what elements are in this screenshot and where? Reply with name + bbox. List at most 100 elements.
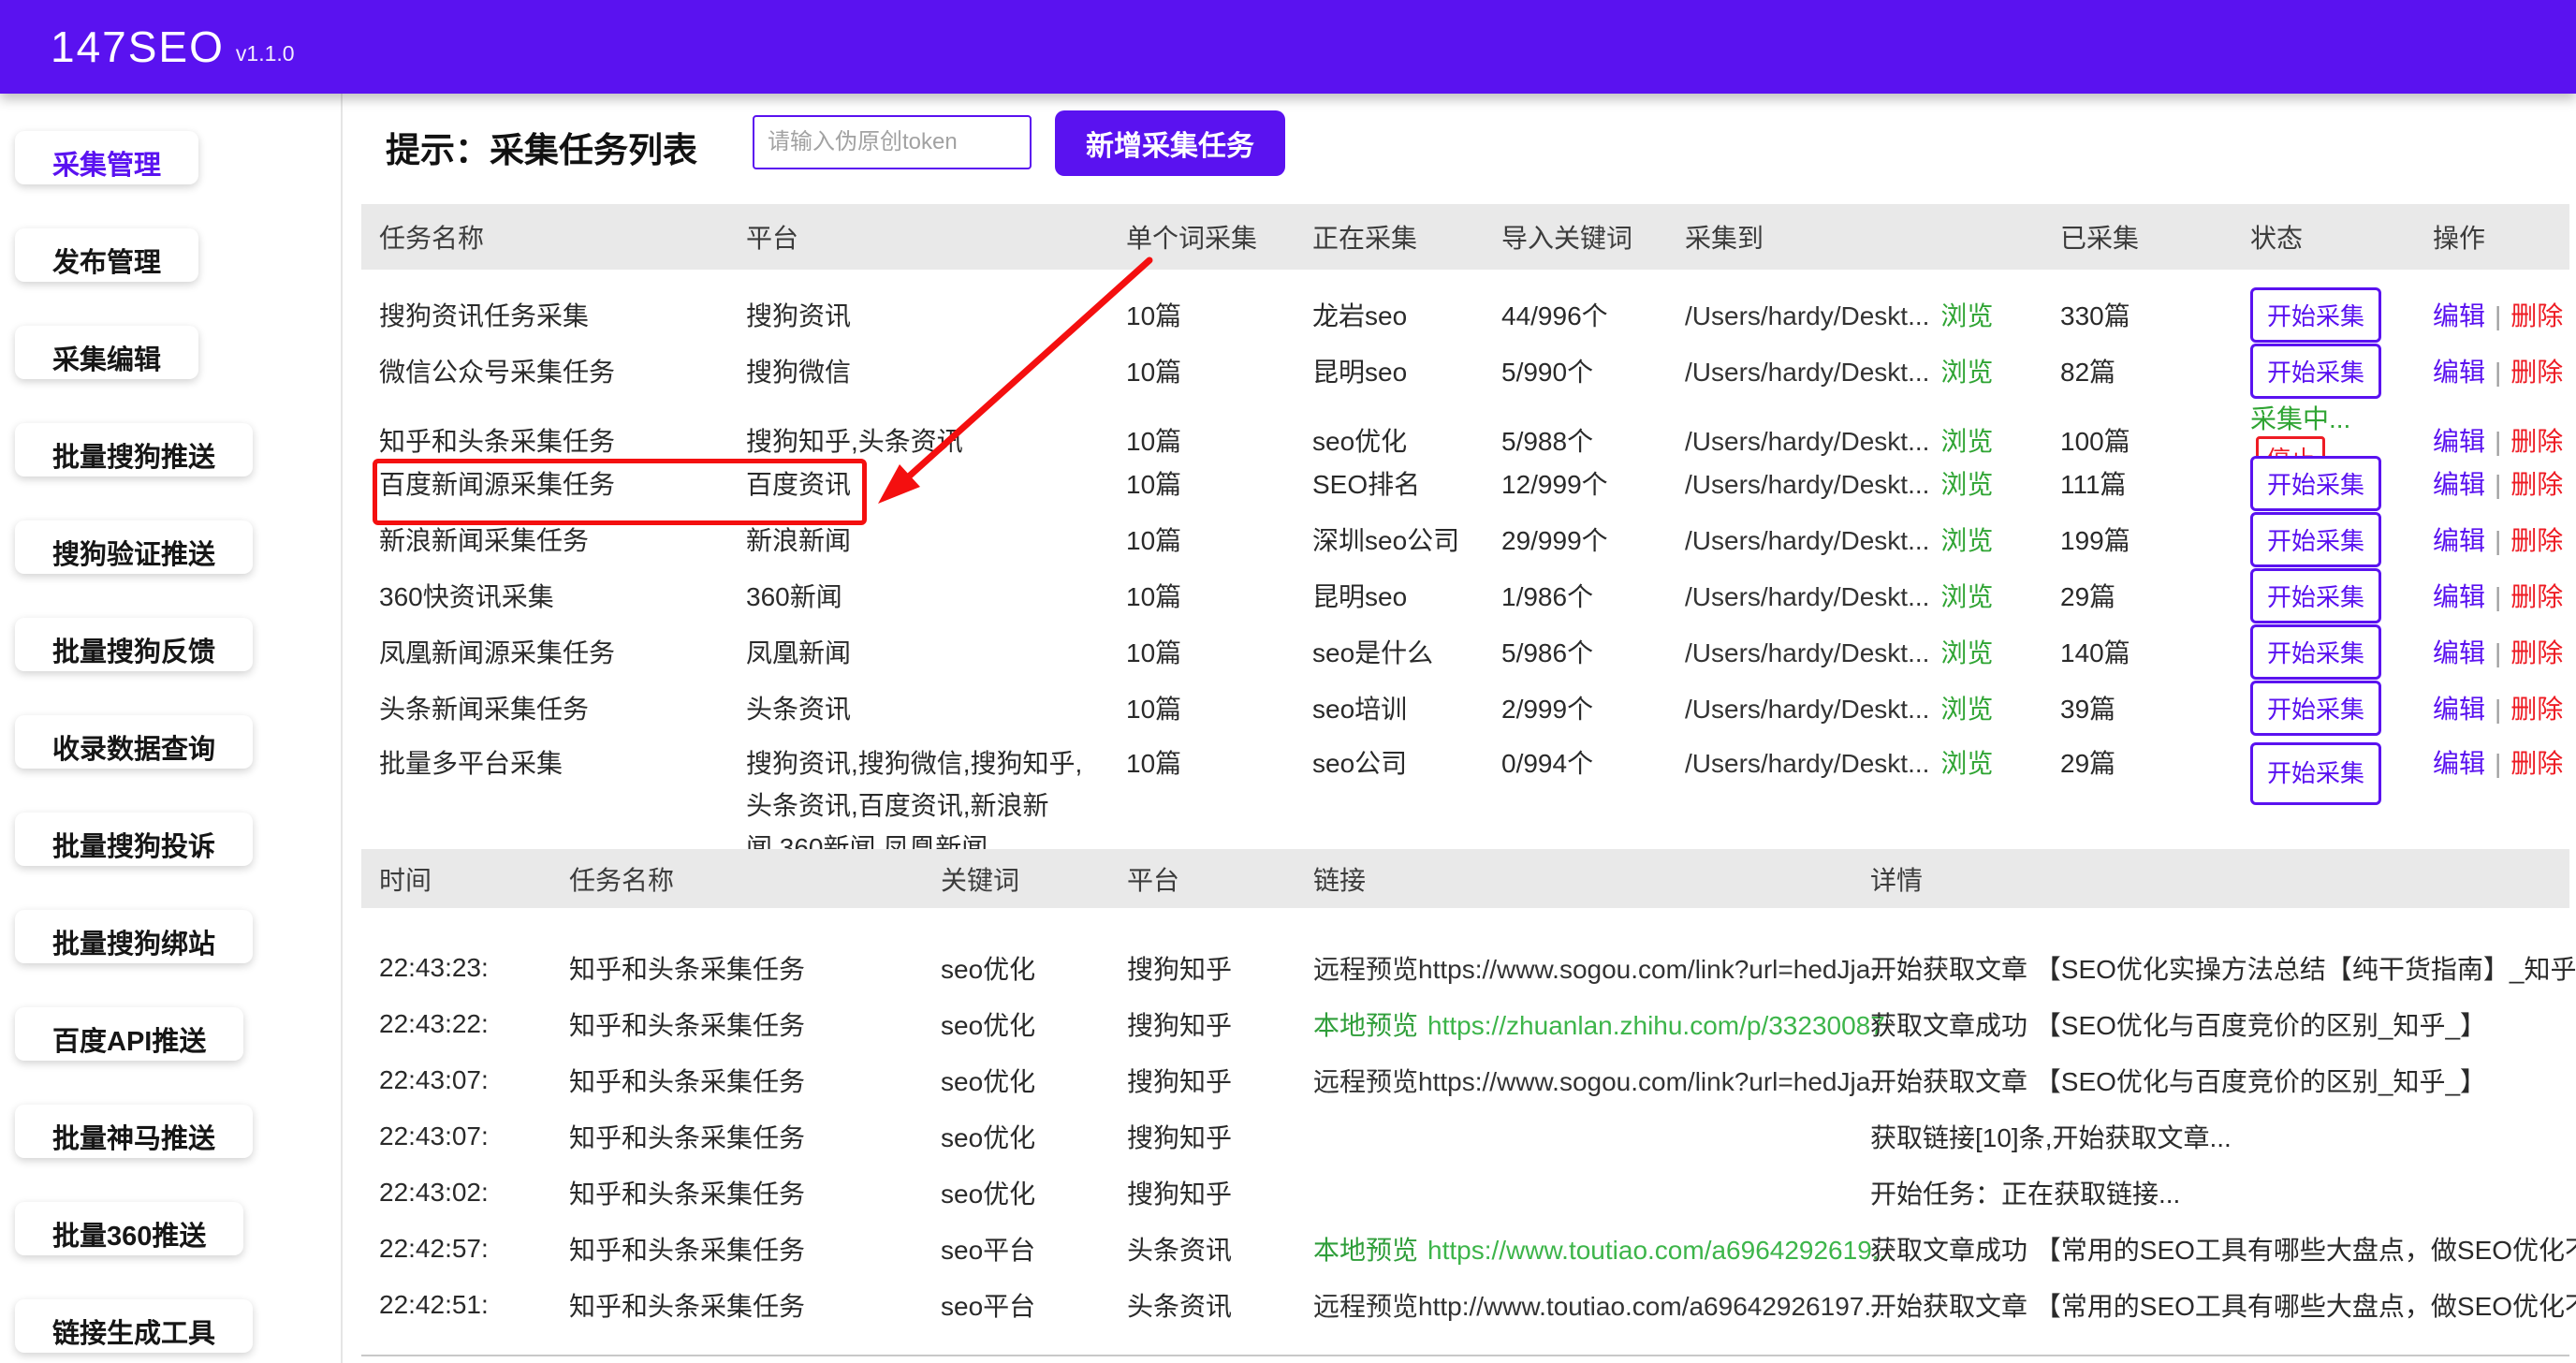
platform-cell: 头条资讯 [728,689,1108,726]
log-link-cell: 本地预览https://www.toutiao.com/a6964292619.… [1295,1230,1852,1268]
imported-keywords-cell: 1/986个 [1484,577,1667,614]
sidebar-item-sogou-verify-push[interactable]: 搜狗验证推送 [15,520,253,574]
actions-cell: 编辑|删除 [2415,352,2568,389]
start-collect-button[interactable]: 开始采集 [2250,681,2381,736]
collected-cell: 39篇 [2042,689,2232,726]
sidebar-item-collect-management[interactable]: 采集管理 [15,131,198,184]
preview-link[interactable]: 远程预览https://www.sogou.com/link?url=hedJj… [1313,1067,1893,1096]
delete-link[interactable]: 删除 [2510,358,2563,387]
task-name-cell: 凤凰新闻源采集任务 [361,633,728,670]
action-separator: | [2495,470,2501,499]
token-input[interactable] [753,115,1032,169]
imported-keywords-cell: 29/999个 [1484,520,1667,558]
save-path-cell: /Users/hardy/Deskt...浏览 [1667,577,2042,614]
add-task-button[interactable]: 新增采集任务 [1055,110,1285,176]
delete-link[interactable]: 删除 [2510,582,2563,611]
delete-link[interactable]: 删除 [2510,526,2563,555]
sidebar-item-collect-editor[interactable]: 采集编辑 [15,326,198,379]
sidebar-item-batch-360-push[interactable]: 批量360推送 [15,1202,243,1255]
edit-link[interactable]: 编辑 [2433,526,2485,555]
column-header: 单个词采集 [1108,218,1295,256]
log-platform-cell: 头条资讯 [1109,1230,1295,1268]
log-platform-cell: 头条资讯 [1109,1286,1295,1324]
browse-link[interactable]: 浏览 [1940,582,1993,611]
edit-link[interactable]: 编辑 [2433,470,2485,499]
table-row: 搜狗资讯任务采集搜狗资讯10篇龙岩seo44/996个/Users/hardy/… [361,286,2569,343]
browse-link[interactable]: 浏览 [1940,526,1993,555]
status-cell: 开始采集 [2232,681,2415,736]
sidebar-item-baidu-api-push[interactable]: 百度API推送 [15,1007,243,1061]
tasks-table-header: 任务名称平台单个词采集正在采集导入关键词采集到已采集状态操作 [361,204,2569,270]
log-platform-cell: 搜狗知乎 [1109,1174,1295,1211]
start-collect-button[interactable]: 开始采集 [2250,287,2381,343]
start-collect-button[interactable]: 开始采集 [2250,344,2381,399]
preview-link[interactable]: 远程预览https://www.sogou.com/link?url=hedJj… [1313,955,1893,984]
start-collect-button[interactable]: 开始采集 [2250,742,2381,805]
start-collect-button[interactable]: 开始采集 [2250,624,2381,680]
table-row: 头条新闻采集任务头条资讯10篇seo培训2/999个/Users/hardy/D… [361,680,2569,736]
column-header: 平台 [1109,860,1295,898]
sidebar-item-batch-sogou-bind-site[interactable]: 批量搜狗绑站 [15,910,253,963]
delete-link[interactable]: 删除 [2510,638,2563,667]
sidebar-item-publish-management[interactable]: 发布管理 [15,228,198,282]
log-time-cell: 22:43:23: [361,953,551,983]
log-row: 22:43:07:知乎和头条采集任务seo优化搜狗知乎远程预览https://w… [361,1052,2569,1108]
log-task-cell: 知乎和头条采集任务 [551,1118,923,1155]
actions-cell: 编辑|删除 [2415,577,2568,614]
column-header: 时间 [361,860,551,898]
per-word-cell: 10篇 [1108,352,1295,389]
browse-link[interactable]: 浏览 [1940,301,1993,330]
delete-link[interactable]: 删除 [2510,695,2563,724]
platform-cell: 搜狗微信 [728,352,1108,389]
action-separator: | [2495,695,2501,724]
action-separator: | [2495,749,2501,778]
imported-keywords-cell: 44/996个 [1484,296,1667,333]
sidebar-item-index-data-query[interactable]: 收录数据查询 [15,715,253,769]
edit-link[interactable]: 编辑 [2433,582,2485,611]
start-collect-button[interactable]: 开始采集 [2250,512,2381,567]
browse-link[interactable]: 浏览 [1940,358,1993,387]
action-separator: | [2495,526,2501,555]
actions-cell: 编辑|删除 [2415,296,2568,333]
browse-link[interactable]: 浏览 [1940,749,1993,778]
delete-link[interactable]: 删除 [2510,749,2563,778]
delete-link[interactable]: 删除 [2510,470,2563,499]
log-keyword-cell: seo平台 [923,1286,1109,1324]
current-keyword-cell: seo是什么 [1295,633,1484,670]
imported-keywords-cell: 5/986个 [1484,633,1667,670]
log-platform-cell: 搜狗知乎 [1109,1062,1295,1099]
platform-cell: 新浪新闻 [728,520,1108,558]
table-row: 微信公众号采集任务搜狗微信10篇昆明seo5/990个/Users/hardy/… [361,343,2569,399]
delete-link[interactable]: 删除 [2510,301,2563,330]
log-platform-cell: 搜狗知乎 [1109,949,1295,987]
preview-link[interactable]: 本地预览https://zhuanlan.zhihu.com/p/3323008… [1313,1011,1885,1040]
browse-link[interactable]: 浏览 [1940,427,1993,456]
status-cell: 开始采集 [2232,456,2415,511]
edit-link[interactable]: 编辑 [2433,749,2485,778]
edit-link[interactable]: 编辑 [2433,638,2485,667]
edit-link[interactable]: 编辑 [2433,358,2485,387]
sidebar-item-link-generator[interactable]: 链接生成工具 [15,1299,253,1353]
preview-link[interactable]: 本地预览https://www.toutiao.com/a6964292619.… [1313,1236,1894,1265]
page-title: 提示：采集任务列表 [386,122,697,172]
preview-link-url: https://www.sogou.com/link?url=hedJja... [1418,1067,1893,1096]
delete-link[interactable]: 删除 [2510,427,2563,456]
preview-link-label: 本地预览 [1313,1236,1418,1265]
log-link-cell: 本地预览https://zhuanlan.zhihu.com/p/3323008… [1295,1005,1852,1043]
log-time-cell: 22:43:02: [361,1178,551,1208]
start-collect-button[interactable]: 开始采集 [2250,456,2381,511]
sidebar-item-batch-sogou-complaint[interactable]: 批量搜狗投诉 [15,813,253,866]
sidebar-item-batch-sogou-feedback[interactable]: 批量搜狗反馈 [15,618,253,671]
browse-link[interactable]: 浏览 [1940,695,1993,724]
edit-link[interactable]: 编辑 [2433,695,2485,724]
browse-link[interactable]: 浏览 [1940,638,1993,667]
actions-cell: 编辑|删除 [2415,633,2568,670]
edit-link[interactable]: 编辑 [2433,427,2485,456]
start-collect-button[interactable]: 开始采集 [2250,568,2381,623]
log-link-cell: 远程预览http://www.toutiao.com/a69642926197.… [1295,1286,1852,1324]
browse-link[interactable]: 浏览 [1940,470,1993,499]
preview-link[interactable]: 远程预览http://www.toutiao.com/a69642926197.… [1313,1292,1886,1321]
sidebar-item-batch-sogou-push[interactable]: 批量搜狗推送 [15,423,253,476]
edit-link[interactable]: 编辑 [2433,301,2485,330]
sidebar-item-batch-shenma-push[interactable]: 批量神马推送 [15,1105,253,1158]
